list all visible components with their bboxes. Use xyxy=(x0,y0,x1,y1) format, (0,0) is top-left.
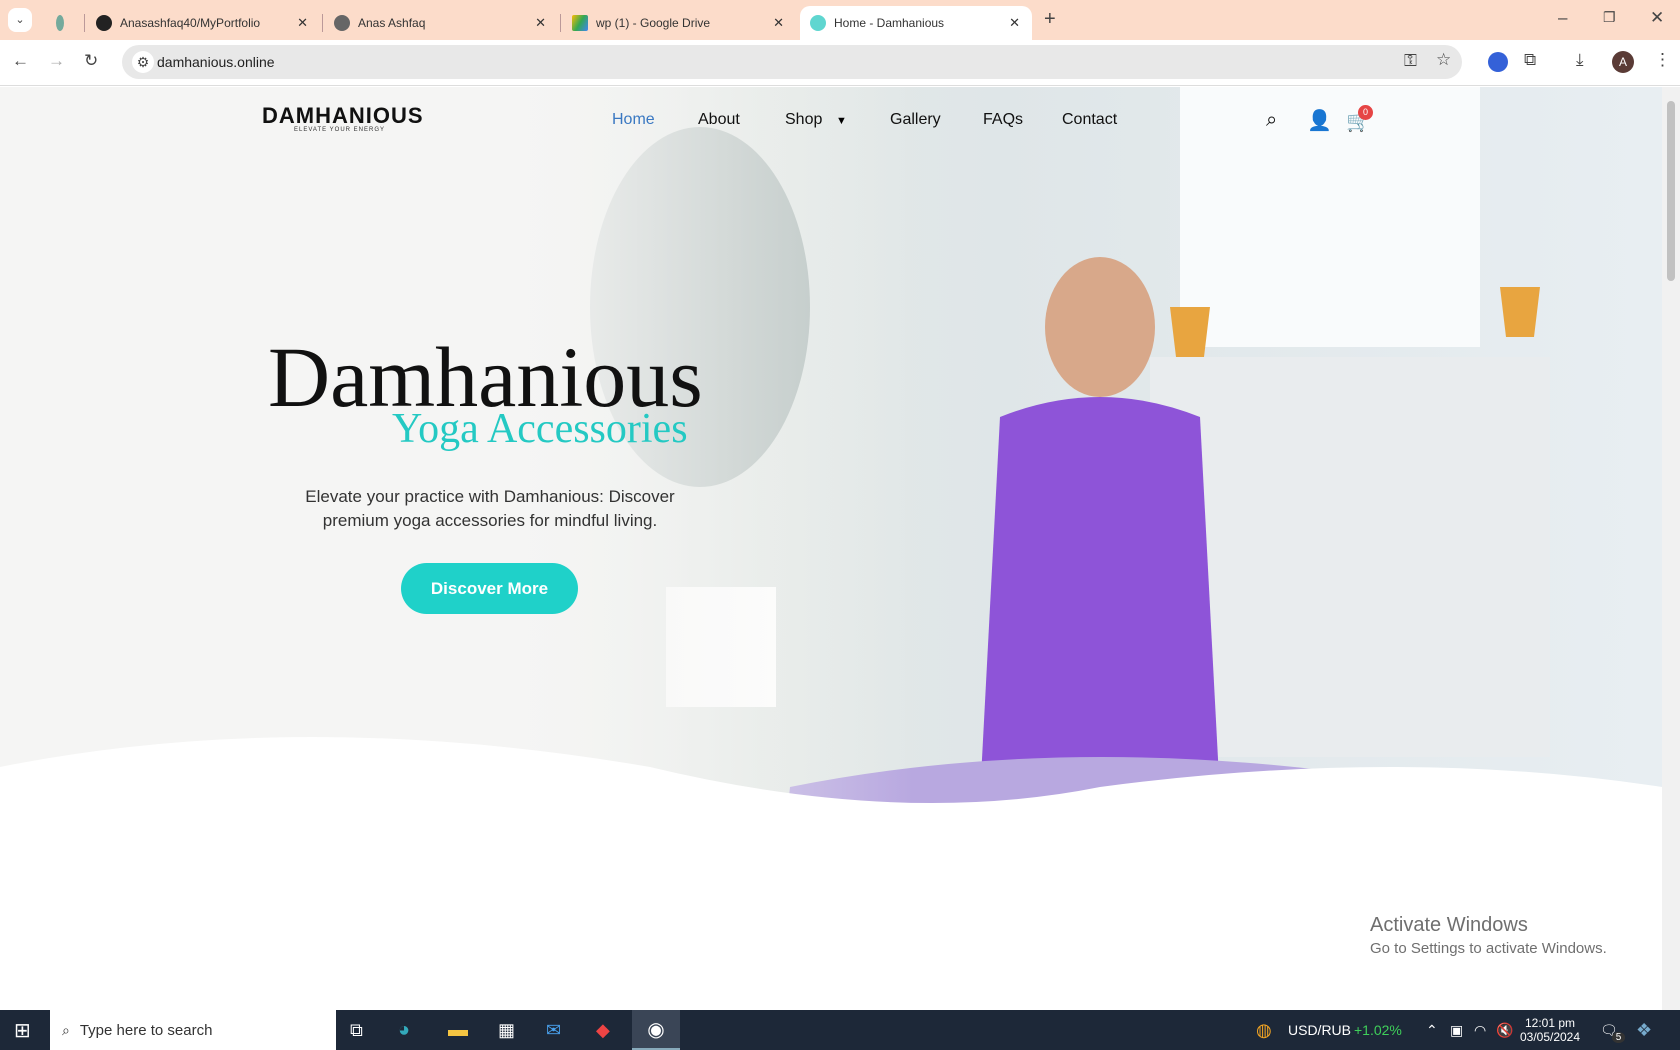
hero-description: Elevate your practice with Damhanious: D… xyxy=(305,487,675,530)
hero-image xyxy=(0,87,1662,1010)
search-icon: ⌕ xyxy=(62,1021,70,1038)
stock-icon: ◍ xyxy=(1256,1019,1272,1040)
notification-count: 5 xyxy=(1611,1031,1626,1043)
nav-home[interactable]: Home xyxy=(612,111,655,129)
logo-tagline: ELEVATE YOUR ENERGY xyxy=(294,127,386,133)
tray-chevron-icon[interactable]: ⌃ xyxy=(1426,1010,1438,1050)
discover-more-button[interactable]: Discover More xyxy=(401,563,578,614)
new-tab-button[interactable]: + xyxy=(1044,8,1056,31)
search-icon[interactable]: ⌕ xyxy=(1266,109,1277,132)
nav-contact[interactable]: Contact xyxy=(1062,111,1117,129)
volume-muted-icon[interactable]: 🔇 xyxy=(1496,1010,1513,1050)
google-drive-icon xyxy=(572,15,588,31)
user-icon[interactable]: 👤 xyxy=(1307,108,1332,133)
url-text: damhanious.online xyxy=(157,54,275,70)
file-explorer-icon[interactable]: ▬ xyxy=(448,1010,468,1050)
tab-google-drive[interactable]: wp (1) - Google Drive ✕ xyxy=(562,6,796,40)
nav-faqs[interactable]: FAQs xyxy=(983,111,1023,129)
chatgpt-icon xyxy=(56,15,64,31)
close-icon[interactable]: ✕ xyxy=(297,15,308,31)
close-icon[interactable]: ✕ xyxy=(1009,15,1020,31)
mail-icon[interactable]: ✉ xyxy=(546,1010,561,1050)
search-placeholder: Type here to search xyxy=(79,1021,213,1039)
clock[interactable]: 12:01 pm 03/05/2024 xyxy=(1520,1010,1580,1050)
close-window-button[interactable]: ✕ xyxy=(1650,8,1664,28)
restore-button[interactable]: ❐ xyxy=(1603,9,1616,26)
notifications-icon[interactable]: 🗨 5 xyxy=(1600,1010,1626,1050)
time: 12:01 pm xyxy=(1524,1016,1576,1030)
key-icon[interactable]: ⚿ xyxy=(1404,51,1417,71)
tab-chatgpt[interactable] xyxy=(46,6,82,40)
damhanious-icon xyxy=(810,15,826,31)
menu-icon[interactable]: ⋮ xyxy=(1654,50,1671,70)
extension-icon[interactable] xyxy=(1488,52,1508,72)
minimize-button[interactable]: – xyxy=(1558,8,1567,28)
download-icon[interactable]: ⤓ xyxy=(1576,50,1584,70)
tab-bar: ⌄ Anasashfaq40/MyPortfolio ✕ Anas Ashfaq ✕… xyxy=(0,0,1680,40)
address-bar-row: ← → ↻ ⚙ damhanious.online ⚿ ☆ ⧉ ⤓ A ⋮ xyxy=(0,40,1680,86)
tab-anas-ashfaq[interactable]: Anas Ashfaq ✕ xyxy=(324,6,558,40)
webpage: DAMHANIOUS ELEVATE YOUR ENERGY Home Abou… xyxy=(0,87,1662,1010)
reload-icon[interactable]: ↻ xyxy=(84,51,98,71)
close-icon[interactable]: ✕ xyxy=(773,15,784,31)
scrollbar[interactable] xyxy=(1662,87,1680,1010)
tab-label: Home - Damhanious xyxy=(834,16,945,30)
edge-icon[interactable]: ◕ xyxy=(398,1010,410,1050)
nav-about[interactable]: About xyxy=(698,111,740,129)
wifi-icon[interactable]: ◠ xyxy=(1474,1010,1486,1050)
forward-icon[interactable]: → xyxy=(48,51,65,71)
nav-shop[interactable]: Shop xyxy=(785,111,822,129)
cart-count-badge: 0 xyxy=(1358,105,1373,120)
back-icon[interactable]: ← xyxy=(12,51,29,71)
tab-github[interactable]: Anasashfaq40/MyPortfolio ✕ xyxy=(86,6,320,40)
activate-windows-watermark: Activate Windows Go to Settings to activ… xyxy=(1370,913,1607,959)
extensions-puzzle-icon[interactable]: ⧉ xyxy=(1524,50,1536,70)
tab-label: wp (1) - Google Drive xyxy=(596,16,711,30)
profile-avatar[interactable]: A xyxy=(1612,51,1634,73)
camera-icon[interactable]: ▣ xyxy=(1450,1010,1463,1050)
chevron-down-icon[interactable]: ▼ xyxy=(836,115,847,127)
taskbar: ⊞ ⌕ Type here to search ⧉ ◕ ▬ ▦ ✉ ◆ ◉ ◍ U… xyxy=(0,1010,1680,1050)
tab-label: Anasashfaq40/MyPortfolio xyxy=(120,16,261,30)
date: 03/05/2024 xyxy=(1519,1030,1581,1044)
hero-subtitle: Yoga Accessories xyxy=(392,406,688,452)
windows-start-icon[interactable]: ⊞ xyxy=(14,1010,31,1050)
store-icon[interactable]: ▦ xyxy=(498,1010,515,1050)
watermark-title: Activate Windows xyxy=(1370,914,1528,936)
taskbar-search[interactable]: ⌕ Type here to search xyxy=(50,1010,336,1050)
tab-damhanious[interactable]: Home - Damhanious ✕ xyxy=(800,6,1032,40)
site-info-icon[interactable]: ⚙ xyxy=(132,51,154,73)
nav-gallery[interactable]: Gallery xyxy=(890,111,941,129)
wps-icon[interactable]: ◆ xyxy=(596,1010,610,1050)
chrome-icon[interactable]: ◉ xyxy=(632,1010,680,1050)
tab-label: Anas Ashfaq xyxy=(358,16,426,30)
logo-text: DAMHANIOUS xyxy=(262,103,424,128)
github-icon xyxy=(96,15,112,31)
url-input[interactable]: ⚙ damhanious.online ⚿ ☆ xyxy=(122,45,1462,79)
close-icon[interactable]: ✕ xyxy=(535,15,546,31)
watermark-text: Go to Settings to activate Windows. xyxy=(1370,940,1607,957)
ticker-label[interactable]: USD/RUB xyxy=(1288,1010,1351,1050)
task-view-icon[interactable]: ⧉ xyxy=(350,1010,363,1050)
ticker-change: +1.02% xyxy=(1354,1022,1402,1038)
copilot-icon[interactable]: ❖ xyxy=(1636,1010,1652,1050)
scrollbar-thumb[interactable] xyxy=(1667,101,1675,281)
globe-icon xyxy=(334,15,350,31)
bookmark-star-icon[interactable]: ☆ xyxy=(1436,50,1451,70)
site-logo[interactable]: DAMHANIOUS ELEVATE YOUR ENERGY xyxy=(262,103,442,143)
tab-search-button[interactable]: ⌄ xyxy=(8,8,32,32)
